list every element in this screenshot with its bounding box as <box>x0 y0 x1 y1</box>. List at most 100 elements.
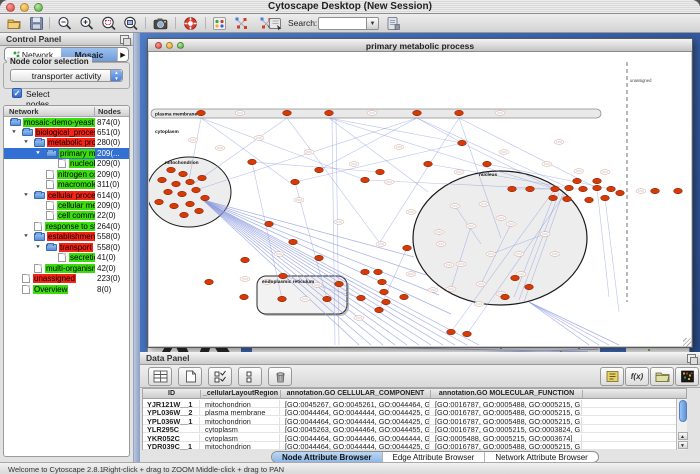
hide-selected-icon[interactable] <box>233 15 250 31</box>
network-node[interactable] <box>607 186 616 191</box>
network-node[interactable] <box>501 294 510 299</box>
network-node[interactable] <box>483 161 492 166</box>
network-node[interactable] <box>579 186 588 191</box>
table-scrollbar[interactable]: ▲ ▼ <box>676 399 687 450</box>
float-panel-icon[interactable] <box>687 354 696 363</box>
tree-item-unassigned[interactable]: unassigned223(0) <box>4 274 129 284</box>
network-node[interactable] <box>178 191 187 196</box>
network-node[interactable] <box>335 281 344 286</box>
delete-attribute-icon[interactable] <box>268 367 292 386</box>
tree-item-cellular-metabo[interactable]: cellular metabo209(0) <box>4 201 129 211</box>
window-resize-grip[interactable] <box>683 338 692 347</box>
network-node[interactable] <box>593 178 602 183</box>
select-nodes-checkbox[interactable]: ✓ <box>12 88 22 98</box>
network-node[interactable] <box>424 161 433 166</box>
tab-edge-attribute-browser[interactable]: Edge Attribute Browser <box>383 452 486 462</box>
tree-item-biological-process[interactable]: ▼biological_process651(0) <box>4 127 129 137</box>
network-node[interactable] <box>447 329 456 334</box>
network-node[interactable] <box>155 199 164 204</box>
network-node[interactable] <box>241 257 250 262</box>
annotation-icon[interactable] <box>267 15 284 31</box>
scroll-down-icon[interactable]: ▼ <box>678 441 688 449</box>
network-node[interactable] <box>526 186 535 191</box>
tree-item-cellular-process[interactable]: ▼cellular process614(0) <box>4 190 129 200</box>
expand-arrow-icon[interactable]: ▼ <box>11 130 17 135</box>
table-row[interactable]: YPL036W__2plasma membrane[GO:0044464, GO… <box>143 408 686 417</box>
unselect-attributes-icon[interactable] <box>238 367 262 386</box>
table-row[interactable]: YKR052Ccytoplasm[GO:0044464, GO:0044446,… <box>143 433 686 442</box>
tree-item-macromolecule[interactable]: macromolecule311(0) <box>4 180 129 190</box>
network-node[interactable] <box>374 269 383 274</box>
tree-item-response-to-stimulu[interactable]: response to stimulu264(0) <box>4 221 129 231</box>
select-attributes-icon[interactable] <box>208 367 232 386</box>
network-node[interactable] <box>563 196 572 201</box>
tree-item-secretion[interactable]: secretion41(0) <box>4 253 129 263</box>
network-node[interactable] <box>400 294 409 299</box>
zoom-selected-region-icon[interactable] <box>100 15 117 31</box>
network-node[interactable] <box>248 159 257 164</box>
network-node[interactable] <box>289 239 298 244</box>
network-node[interactable] <box>186 201 195 206</box>
table-row[interactable]: YPL036W__1mitochondrion[GO:0044464, GO:0… <box>143 416 686 425</box>
network-node[interactable] <box>158 177 167 182</box>
network-node[interactable] <box>195 208 204 213</box>
scrollbar-thumb[interactable] <box>679 400 687 422</box>
tree-item-mosaic-demo-yeast[interactable]: mosaic-demo-yeast874(0) <box>4 117 129 127</box>
network-node[interactable] <box>674 188 683 193</box>
network-canvas[interactable]: plasma membranecytoplasmmitochondrionnuc… <box>149 52 691 346</box>
network-node[interactable] <box>192 187 201 192</box>
network-window-titlebar[interactable]: primary metabolic process <box>148 39 692 52</box>
tab-network-attribute-browser[interactable]: Network Attribute Browser <box>485 452 597 462</box>
network-node[interactable] <box>565 185 574 190</box>
network-node[interactable] <box>186 179 195 184</box>
network-node[interactable] <box>380 289 389 294</box>
network-node[interactable] <box>325 110 334 115</box>
attribute-matrix-icon[interactable] <box>675 367 699 386</box>
network-node[interactable] <box>279 273 288 278</box>
network-node[interactable] <box>323 296 332 301</box>
column-header-id[interactable]: ID <box>143 390 201 399</box>
network-node[interactable] <box>651 188 660 193</box>
network-node[interactable] <box>403 245 412 250</box>
network-node[interactable] <box>458 140 467 145</box>
tree-item-metabolic-process[interactable]: ▼metabolic process280(0) <box>4 138 129 148</box>
zoom-in-icon[interactable] <box>78 15 95 31</box>
network-node[interactable] <box>265 221 274 226</box>
network-node[interactable] <box>198 175 207 180</box>
expand-arrow-icon[interactable]: ▼ <box>23 234 29 239</box>
network-node[interactable] <box>180 212 189 217</box>
node-color-attribute-select[interactable]: transporter activity ▲▼ <box>10 69 123 82</box>
expand-arrow-icon[interactable]: ▼ <box>35 244 41 249</box>
expand-arrow-icon[interactable]: ▼ <box>23 192 29 197</box>
attribute-table-header[interactable]: ID_cellularLayoutRegionannotation.GO CEL… <box>143 389 686 399</box>
vizmapper-icon[interactable] <box>211 15 228 31</box>
panel-divider[interactable] <box>133 33 140 462</box>
network-node[interactable] <box>376 169 385 174</box>
network-node[interactable] <box>549 195 558 200</box>
network-node[interactable] <box>240 294 249 299</box>
network-node[interactable] <box>378 279 387 284</box>
tree-item-transport[interactable]: ▼transport558(0) <box>4 242 129 252</box>
network-node[interactable] <box>573 178 582 183</box>
network-node[interactable] <box>357 295 366 300</box>
network-node[interactable] <box>511 275 520 280</box>
save-session-icon[interactable] <box>28 15 45 31</box>
tree-item-overview[interactable]: Overview8(0) <box>4 284 129 294</box>
network-node[interactable] <box>601 195 610 200</box>
network-node[interactable] <box>201 195 210 200</box>
network-node[interactable] <box>197 110 206 115</box>
expand-arrow-icon[interactable]: ▼ <box>35 150 41 155</box>
network-node[interactable] <box>179 171 188 176</box>
enhanced-search-icon[interactable] <box>385 15 402 31</box>
network-node[interactable] <box>170 203 179 208</box>
network-node[interactable] <box>382 299 391 304</box>
zoom-fit-content-icon[interactable] <box>122 15 139 31</box>
network-node[interactable] <box>551 186 560 191</box>
network-node[interactable] <box>172 181 181 186</box>
help-icon[interactable] <box>182 15 199 31</box>
expand-arrow-icon[interactable]: ▼ <box>23 140 29 145</box>
import-attributes-icon[interactable] <box>650 367 674 386</box>
network-node[interactable] <box>167 167 176 172</box>
network-node[interactable] <box>361 177 370 182</box>
attribute-table-icon[interactable] <box>148 367 172 386</box>
